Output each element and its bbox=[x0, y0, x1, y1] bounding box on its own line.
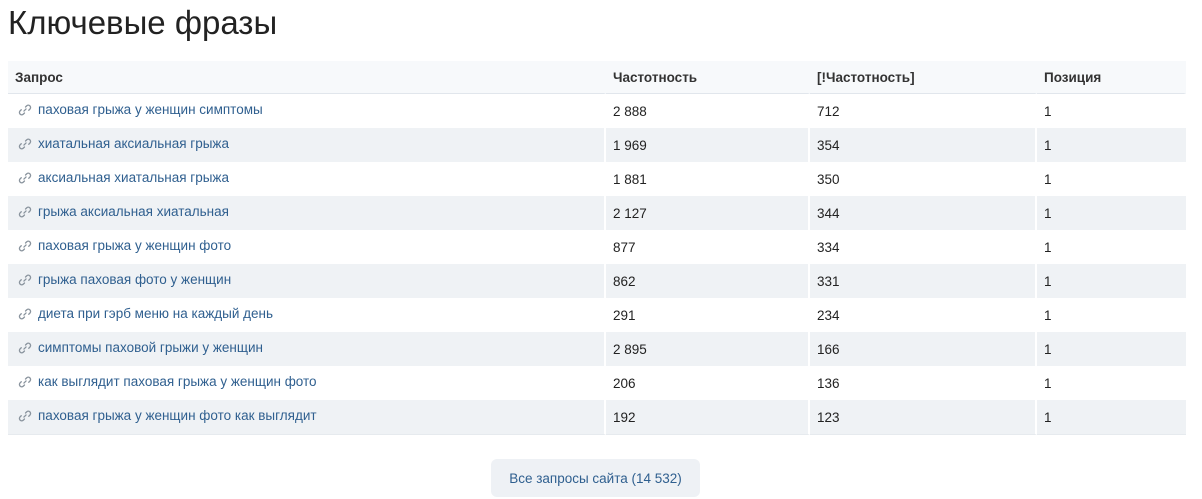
position-cell: 1 bbox=[1037, 366, 1186, 400]
query-link[interactable]: паховая грыжа у женщин фото как выглядит bbox=[18, 408, 317, 423]
position-cell: 1 bbox=[1037, 230, 1186, 264]
query-text: аксиальная хиатальная грыжа bbox=[38, 170, 229, 186]
query-cell: симптомы паховой грыжи у женщин bbox=[8, 332, 606, 366]
link-icon bbox=[18, 376, 32, 388]
frequency-cell: 1 881 bbox=[606, 162, 810, 196]
query-cell: паховая грыжа у женщин фото bbox=[8, 230, 606, 264]
frequency-cell: 1 969 bbox=[606, 128, 810, 162]
table-row: грыжа паховая фото у женщин 862 331 1 bbox=[8, 264, 1186, 298]
position-cell: 1 bbox=[1037, 264, 1186, 298]
frequency-cell: 192 bbox=[606, 400, 810, 435]
link-icon bbox=[18, 206, 32, 218]
frequency-cell: 2 888 bbox=[606, 94, 810, 128]
query-text: паховая грыжа у женщин фото bbox=[38, 238, 232, 254]
query-text: диета при гэрб меню на каждый день bbox=[38, 306, 274, 322]
query-link[interactable]: паховая грыжа у женщин симптомы bbox=[18, 102, 263, 117]
exact-frequency-cell: 234 bbox=[810, 298, 1037, 332]
keywords-table: Запрос Частотность [!Частотность] Позици… bbox=[8, 61, 1186, 435]
link-icon bbox=[18, 274, 32, 286]
table-row: паховая грыжа у женщин фото 877 334 1 bbox=[8, 230, 1186, 264]
link-icon bbox=[18, 104, 32, 116]
query-cell: хиатальная аксиальная грыжа bbox=[8, 128, 606, 162]
frequency-cell: 2 895 bbox=[606, 332, 810, 366]
all-site-queries-button[interactable]: Все запросы сайта (14 532) bbox=[491, 459, 700, 497]
query-link[interactable]: симптомы паховой грыжи у женщин bbox=[18, 340, 263, 355]
position-cell: 1 bbox=[1037, 196, 1186, 230]
column-header-exact-frequency[interactable]: [!Частотность] bbox=[810, 61, 1037, 94]
exact-frequency-cell: 344 bbox=[810, 196, 1037, 230]
link-icon bbox=[18, 308, 32, 320]
link-icon bbox=[18, 138, 32, 150]
exact-frequency-cell: 166 bbox=[810, 332, 1037, 366]
link-icon bbox=[18, 240, 32, 252]
table-header: Запрос Частотность [!Частотность] Позици… bbox=[8, 61, 1186, 94]
frequency-cell: 291 bbox=[606, 298, 810, 332]
table-row: хиатальная аксиальная грыжа 1 969 354 1 bbox=[8, 128, 1186, 162]
query-cell: как выглядит паховая грыжа у женщин фото bbox=[8, 366, 606, 400]
header-row: Запрос Частотность [!Частотность] Позици… bbox=[8, 61, 1186, 94]
frequency-cell: 206 bbox=[606, 366, 810, 400]
link-icon bbox=[18, 410, 32, 422]
frequency-cell: 862 bbox=[606, 264, 810, 298]
column-header-query[interactable]: Запрос bbox=[8, 61, 606, 94]
query-cell: паховая грыжа у женщин фото как выглядит bbox=[8, 400, 606, 435]
query-link[interactable]: паховая грыжа у женщин фото bbox=[18, 238, 231, 253]
query-link[interactable]: диета при гэрб меню на каждый день bbox=[18, 306, 273, 321]
table-row: паховая грыжа у женщин симптомы 2 888 71… bbox=[8, 94, 1186, 128]
query-text: паховая грыжа у женщин фото как выглядит bbox=[38, 408, 317, 424]
table-row: как выглядит паховая грыжа у женщин фото… bbox=[8, 366, 1186, 400]
position-cell: 1 bbox=[1037, 128, 1186, 162]
table-body: паховая грыжа у женщин симптомы 2 888 71… bbox=[8, 94, 1186, 435]
link-icon bbox=[18, 342, 32, 354]
table-row: паховая грыжа у женщин фото как выглядит… bbox=[8, 400, 1186, 435]
column-header-position[interactable]: Позиция bbox=[1037, 61, 1186, 94]
query-link[interactable]: грыжа аксиальная хиатальная bbox=[18, 204, 229, 219]
table-row: аксиальная хиатальная грыжа 1 881 350 1 bbox=[8, 162, 1186, 196]
exact-frequency-cell: 354 bbox=[810, 128, 1037, 162]
query-link[interactable]: аксиальная хиатальная грыжа bbox=[18, 170, 229, 185]
position-cell: 1 bbox=[1037, 400, 1186, 435]
query-cell: паховая грыжа у женщин симптомы bbox=[8, 94, 606, 128]
table-row: диета при гэрб меню на каждый день 291 2… bbox=[8, 298, 1186, 332]
query-cell: грыжа аксиальная хиатальная bbox=[8, 196, 606, 230]
query-link[interactable]: грыжа паховая фото у женщин bbox=[18, 272, 231, 287]
exact-frequency-cell: 712 bbox=[810, 94, 1037, 128]
link-icon bbox=[18, 172, 32, 184]
query-text: хиатальная аксиальная грыжа bbox=[38, 136, 229, 152]
position-cell: 1 bbox=[1037, 94, 1186, 128]
exact-frequency-cell: 334 bbox=[810, 230, 1037, 264]
table-row: симптомы паховой грыжи у женщин 2 895 16… bbox=[8, 332, 1186, 366]
query-link[interactable]: хиатальная аксиальная грыжа bbox=[18, 136, 229, 151]
query-text: грыжа паховая фото у женщин bbox=[38, 272, 232, 288]
query-cell: аксиальная хиатальная грыжа bbox=[8, 162, 606, 196]
exact-frequency-cell: 350 bbox=[810, 162, 1037, 196]
query-text: грыжа аксиальная хиатальная bbox=[38, 204, 229, 220]
position-cell: 1 bbox=[1037, 298, 1186, 332]
query-text: паховая грыжа у женщин симптомы bbox=[38, 102, 263, 118]
frequency-cell: 2 127 bbox=[606, 196, 810, 230]
table-row: грыжа аксиальная хиатальная 2 127 344 1 bbox=[8, 196, 1186, 230]
exact-frequency-cell: 331 bbox=[810, 264, 1037, 298]
frequency-cell: 877 bbox=[606, 230, 810, 264]
column-header-frequency[interactable]: Частотность bbox=[606, 61, 810, 94]
position-cell: 1 bbox=[1037, 332, 1186, 366]
query-cell: диета при гэрб меню на каждый день bbox=[8, 298, 606, 332]
exact-frequency-cell: 136 bbox=[810, 366, 1037, 400]
page-title: Ключевые фразы bbox=[8, 4, 278, 41]
query-text: как выглядит паховая грыжа у женщин фото bbox=[38, 374, 317, 390]
exact-frequency-cell: 123 bbox=[810, 400, 1037, 435]
position-cell: 1 bbox=[1037, 162, 1186, 196]
query-text: симптомы паховой грыжи у женщин bbox=[38, 340, 263, 356]
query-link[interactable]: как выглядит паховая грыжа у женщин фото bbox=[18, 374, 317, 389]
query-cell: грыжа паховая фото у женщин bbox=[8, 264, 606, 298]
